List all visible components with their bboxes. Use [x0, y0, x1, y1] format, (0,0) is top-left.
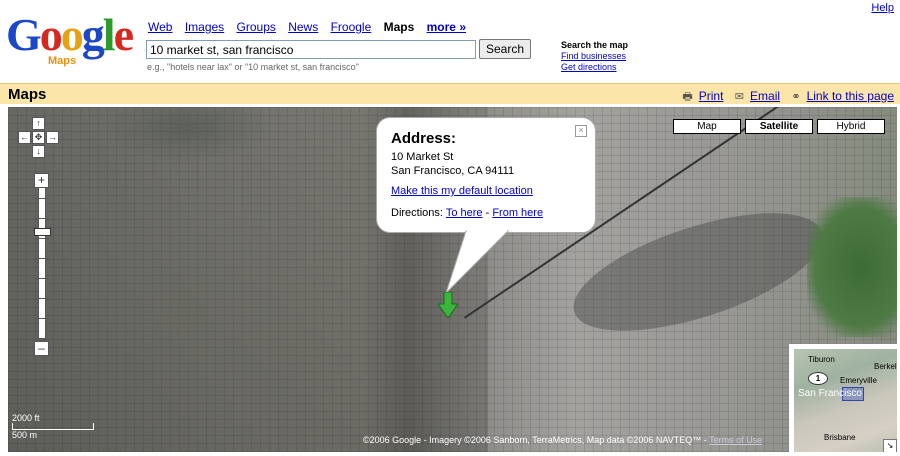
zoom-out-button[interactable]: – [34, 341, 49, 356]
zoom-tick [35, 318, 49, 319]
overview-map-view[interactable]: Tiburon Berkel Emeryville 1 San Francisc… [794, 349, 897, 452]
collapse-overview-icon[interactable]: ↘ [883, 439, 897, 452]
find-businesses-link[interactable]: Find businesses [561, 51, 626, 61]
from-here-link[interactable]: From here [492, 207, 543, 219]
terms-of-use-link[interactable]: Terms of Use [709, 435, 762, 445]
zoom-tick [35, 198, 49, 199]
link-to-page-link[interactable]: Link to this page [807, 89, 894, 103]
email-link[interactable]: Email [750, 89, 780, 103]
logo-letter: G [6, 9, 42, 60]
print-link[interactable]: Print [699, 89, 724, 103]
logo-letter: g [81, 9, 105, 60]
zoom-tick [35, 218, 49, 219]
zoom-slider-thumb[interactable] [34, 228, 51, 236]
get-directions-link[interactable]: Get directions [561, 62, 617, 72]
to-here-link[interactable]: To here [446, 207, 483, 219]
nav-groups[interactable]: Groups [237, 20, 276, 34]
overview-label: Berkel [874, 362, 897, 371]
satellite-map[interactable]: ↑ ← ✥ → ↓ + – Map Satellite Hybrid × Add… [8, 107, 897, 452]
zoom-tick [35, 278, 49, 279]
overview-label: Brisbane [824, 433, 856, 442]
map-type-hybrid-button[interactable]: Hybrid [817, 119, 885, 134]
zoom-tick [35, 298, 49, 299]
scale-ft: 2000 ft [12, 413, 40, 423]
cloud-shadow [560, 189, 836, 355]
overview-map[interactable]: Tiburon Berkel Emeryville 1 San Francisc… [788, 343, 897, 452]
zoom-tick [35, 258, 49, 259]
overview-label: Emeryville [840, 376, 877, 385]
pan-right-button[interactable]: → [46, 131, 59, 144]
page-title: Maps [8, 86, 47, 103]
island-area [807, 197, 897, 337]
toolbar-links: 🖶 Print ✉ Email ⚭ Link to this page [674, 88, 894, 107]
close-icon[interactable]: × [575, 125, 587, 137]
logo-letter: o [60, 9, 84, 60]
logo-wordmark: Google [6, 12, 140, 58]
scale-bar [12, 423, 94, 430]
logo-product-name: Maps [48, 55, 77, 67]
maps-toolbar: Maps 🖶 Print ✉ Email ⚭ Link to this page [0, 83, 900, 104]
search-example-hint: e.g., "hotels near lax" or "10 market st… [147, 62, 359, 72]
directions-row: Directions: To here - From here [391, 207, 543, 219]
copyright-text: ©2006 Google - Imagery ©2006 Sanborn, Te… [363, 435, 710, 445]
zoom-slider[interactable] [34, 187, 51, 339]
envelope-icon: ✉ [734, 91, 745, 103]
nav-froogle[interactable]: Froogle [331, 20, 372, 34]
help-link[interactable]: Help [871, 2, 894, 14]
overview-label: Tiburon [808, 355, 835, 364]
logo-letter: e [113, 9, 134, 60]
info-window: × Address: 10 Market St San Francisco, C… [376, 117, 596, 233]
overview-label: San Francisco [798, 388, 862, 399]
pan-center-button[interactable]: ✥ [32, 131, 45, 144]
search-button[interactable]: Search [479, 39, 531, 59]
map-type-satellite-button[interactable]: Satellite [745, 119, 813, 134]
directions-label: Directions: [391, 207, 443, 219]
info-window-title: Address: [391, 130, 457, 147]
address-line-1: 10 Market St [391, 151, 454, 163]
search-input[interactable] [146, 40, 476, 59]
search-the-map-heading: Search the map [561, 40, 629, 50]
search-options: Search the map Find businesses Get direc… [561, 40, 628, 73]
pan-left-button[interactable]: ← [18, 131, 31, 144]
nav-web[interactable]: Web [148, 20, 172, 34]
nav-more[interactable]: more » [427, 20, 466, 34]
copyright-notice: ©2006 Google - Imagery ©2006 Sanborn, Te… [363, 435, 762, 445]
map-type-map-button[interactable]: Map [673, 119, 741, 134]
highway-badge: 1 [808, 372, 828, 385]
map-scale: 2000 ft 500 m [12, 413, 94, 440]
top-nav: Web Images Groups News Froogle Maps more… [148, 20, 475, 34]
nav-images[interactable]: Images [185, 20, 224, 34]
chain-link-icon: ⚭ [791, 91, 801, 103]
printer-icon: 🖶 [682, 91, 693, 103]
default-location-link[interactable]: Make this my default location [391, 185, 533, 197]
nav-maps-current: Maps [383, 20, 415, 34]
location-marker-icon[interactable] [438, 292, 458, 318]
nav-news[interactable]: News [288, 20, 318, 34]
directions-separator: - [485, 207, 490, 219]
logo-letter: l [102, 9, 116, 60]
logo-letter: o [39, 9, 63, 60]
pan-down-button[interactable]: ↓ [32, 145, 45, 158]
zoom-in-button[interactable]: + [34, 173, 49, 188]
pan-control: ↑ ← ✥ → ↓ [16, 115, 60, 171]
scale-m: 500 m [12, 430, 38, 440]
google-maps-logo[interactable]: Google Maps [6, 12, 140, 76]
zoom-tick [35, 238, 49, 239]
address-line-2: San Francisco, CA 94111 [391, 165, 515, 177]
pan-up-button[interactable]: ↑ [32, 117, 45, 130]
